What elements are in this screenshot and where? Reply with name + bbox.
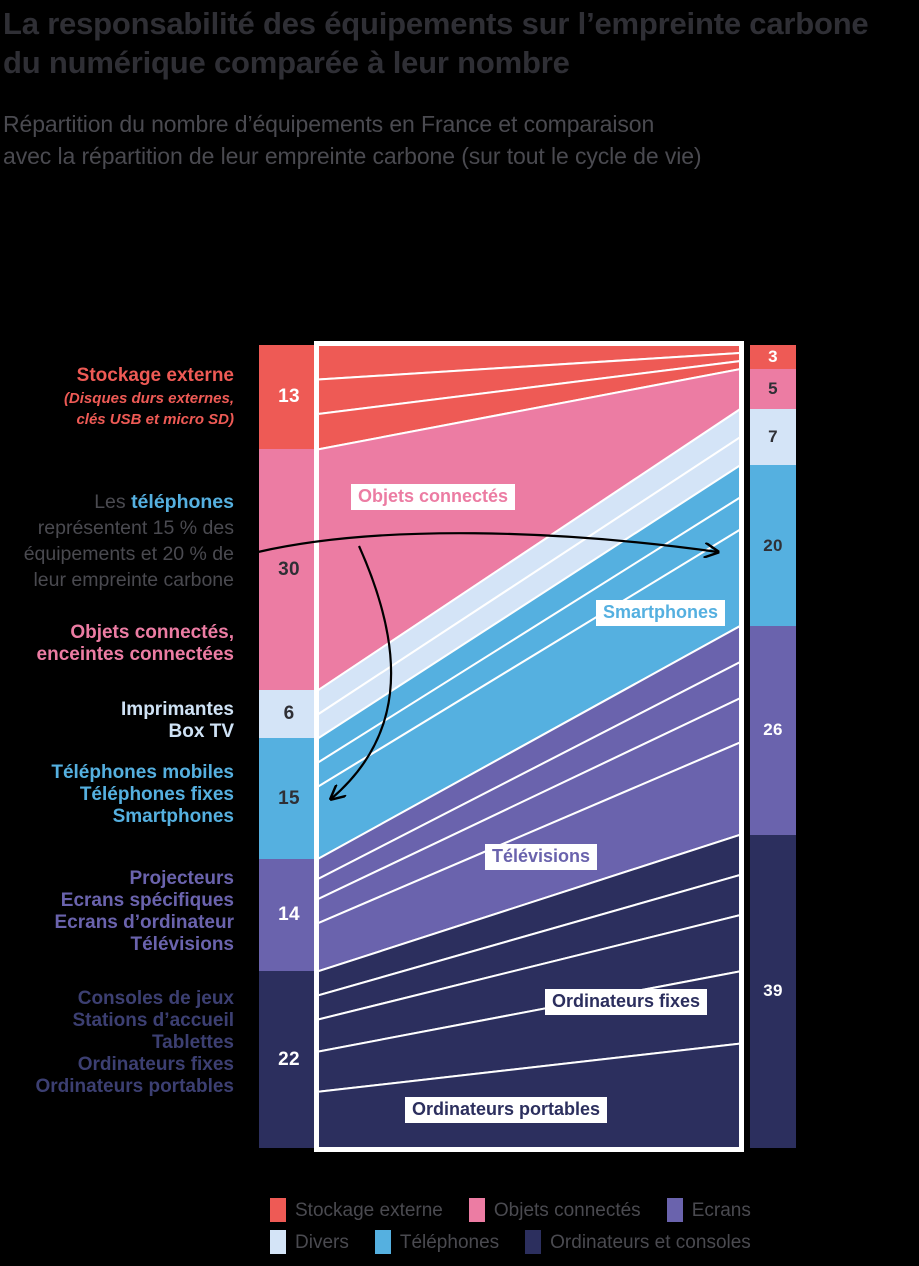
legend-swatch-icon xyxy=(270,1198,286,1222)
label-objets-connectes: Objets connectés, enceintes connectées xyxy=(0,622,234,666)
label-telephones-line-2: Téléphones fixes xyxy=(79,784,234,806)
bar-segment-t-l-phones: 20 xyxy=(750,465,796,627)
bar-segment-value: 13 xyxy=(278,386,300,408)
legend-label: Ordinateurs et consoles xyxy=(550,1231,751,1253)
subtitle-line-2: avec la répartition de leur empreinte ca… xyxy=(3,143,702,169)
label-stockage-sub-1: (Disques durs externes, xyxy=(63,390,234,408)
legend-item[interactable]: Objets connectés xyxy=(468,1198,641,1222)
label-stockage-sub-2: clés USB et micro SD) xyxy=(76,411,234,429)
callout-line-1: Les téléphones xyxy=(0,489,234,515)
sankey-ribbons xyxy=(318,345,740,1148)
callout-line-2: représentent 15 % des xyxy=(37,517,234,539)
flow-label-smartphones: Smartphones xyxy=(596,600,726,626)
label-divers-line-1: Imprimantes xyxy=(121,699,234,720)
bar-segment-value: 15 xyxy=(278,787,300,809)
label-objets-line-2: enceintes connectées xyxy=(36,644,234,666)
bar-segment-ordinateurs-et-consoles: 22 xyxy=(259,971,319,1148)
bar-segment-value: 39 xyxy=(763,981,783,1001)
bar-segment-ordinateurs-et-consoles: 39 xyxy=(750,834,796,1148)
label-divers-line-2: Box TV xyxy=(168,721,234,743)
bar-segment-value: 30 xyxy=(278,558,300,580)
legend-label: Objets connectés xyxy=(493,1199,641,1221)
flow-label-objets-connectes: Objets connectés xyxy=(351,484,516,510)
label-ordinateurs: Consoles de jeux Stations d’accueil Tabl… xyxy=(0,988,235,1098)
page-title: La responsabilité des équipements sur l’… xyxy=(3,6,869,80)
legend-label: Stockage externe xyxy=(295,1199,443,1221)
flow-label-ordinateurs-fixes: Ordinateurs fixes xyxy=(545,989,708,1015)
label-ordinateurs-line-5: Ordinateurs portables xyxy=(35,1076,235,1098)
left-stacked-bar: 13 30 6 15 14 22 xyxy=(259,345,319,1148)
legend-item[interactable]: Ecrans xyxy=(666,1198,751,1222)
legend-label: Ecrans xyxy=(691,1199,751,1221)
legend-row-2: Divers Téléphones Ordinateurs et consoles xyxy=(270,1230,919,1254)
callout-telephones: Les téléphones représentent 15 % des équ… xyxy=(0,489,234,593)
sankey-flow-panel xyxy=(314,341,744,1152)
infographic-stage: La responsabilité des équipements sur l’… xyxy=(0,0,919,1266)
page-subtitle: Répartition du nombre d’équipements en F… xyxy=(3,108,919,172)
bar-segment-value: 20 xyxy=(763,535,783,555)
label-ecrans-line-3: Ecrans d’ordinateur xyxy=(54,912,235,934)
label-ordinateurs-line-4: Ordinateurs fixes xyxy=(77,1054,234,1076)
bar-segment-value: 7 xyxy=(768,427,778,447)
callout-line-4: leur empreinte carbone xyxy=(33,569,234,591)
bar-segment-ecrans: 14 xyxy=(259,858,319,972)
bar-segment-objets-connect-s: 5 xyxy=(750,369,796,410)
right-stacked-bar: 3 5 7 20 26 39 xyxy=(750,345,796,1148)
label-telephones-line-3: Smartphones xyxy=(112,806,234,828)
legend-item[interactable]: Divers xyxy=(270,1230,349,1254)
bar-segment-t-l-phones: 15 xyxy=(259,738,319,859)
legend-swatch-icon xyxy=(468,1198,485,1222)
label-divers: Imprimantes Box TV xyxy=(0,699,234,743)
bar-segment-ecrans: 26 xyxy=(750,626,796,835)
bar-segment-objets-connect-s: 30 xyxy=(259,449,319,691)
callout-line-3: équipements et 20 % de xyxy=(23,543,234,565)
bar-segment-value: 3 xyxy=(768,347,778,367)
label-ecrans-line-4: Télévisions xyxy=(130,934,235,956)
label-ordinateurs-line-1: Consoles de jeux xyxy=(77,988,234,1009)
legend-label: Divers xyxy=(295,1231,349,1253)
bar-segment-divers: 6 xyxy=(259,690,319,739)
legend-item[interactable]: Téléphones xyxy=(374,1230,500,1254)
flow-label-ordinateurs-portables: Ordinateurs portables xyxy=(405,1097,608,1123)
legend-swatch-icon xyxy=(525,1230,542,1254)
legend-swatch-icon xyxy=(270,1230,286,1254)
legend-label: Téléphones xyxy=(399,1231,500,1253)
bar-segment-divers: 7 xyxy=(750,409,796,466)
label-telephones-line-1: Téléphones mobiles xyxy=(51,762,234,783)
subtitle-line-1: Répartition du nombre d’équipements en F… xyxy=(3,111,655,137)
label-ecrans-line-1: Projecteurs xyxy=(129,868,234,889)
bar-segment-value: 5 xyxy=(768,379,778,399)
legend-swatch-icon xyxy=(666,1198,683,1222)
flow-label-televisions: Télévisions xyxy=(485,844,598,870)
legend-swatch-icon xyxy=(374,1230,391,1254)
bar-segment-value: 22 xyxy=(278,1048,300,1070)
callout-pre: Les xyxy=(94,491,132,513)
bar-segment-value: 14 xyxy=(278,904,300,926)
bar-segment-stockage-externe: 13 xyxy=(259,345,319,450)
bar-segment-stockage-externe: 3 xyxy=(750,345,796,370)
label-stockage-externe: Stockage externe (Disques durs externes,… xyxy=(0,365,234,430)
bar-segment-value: 26 xyxy=(763,720,783,740)
legend-row-1: Stockage externe Objets connectés Ecrans xyxy=(270,1198,919,1222)
legend-item[interactable]: Ordinateurs et consoles xyxy=(525,1230,751,1254)
bar-segment-value: 6 xyxy=(283,703,295,725)
label-ecrans: Projecteurs Ecrans spécifiques Ecrans d’… xyxy=(0,868,235,956)
label-ecrans-line-2: Ecrans spécifiques xyxy=(60,890,234,912)
label-ordinateurs-line-2: Stations d’accueil xyxy=(72,1010,234,1032)
label-telephones: Téléphones mobiles Téléphones fixes Smar… xyxy=(0,762,234,828)
legend: Stockage externe Objets connectés Ecrans D… xyxy=(270,1198,919,1262)
label-stockage-title: Stockage externe xyxy=(76,365,234,386)
label-objets-line-1: Objets connectés, xyxy=(70,622,234,643)
legend-item[interactable]: Stockage externe xyxy=(270,1198,443,1222)
callout-strong: téléphones xyxy=(131,491,234,513)
label-ordinateurs-line-3: Tablettes xyxy=(151,1032,234,1054)
